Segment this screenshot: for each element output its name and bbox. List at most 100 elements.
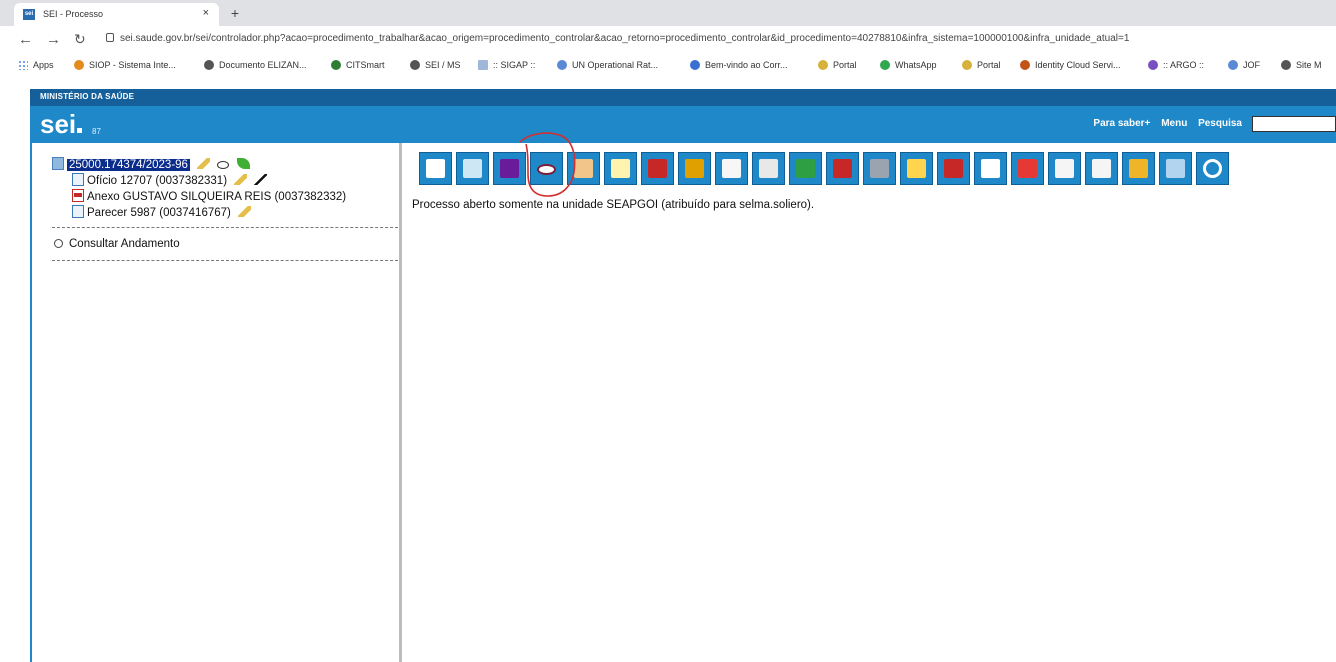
bookmark-bem-vindo[interactable]: Bem-vindo ao Corr... xyxy=(690,60,788,70)
bookmark-citsmart[interactable]: CITSmart xyxy=(331,60,385,70)
bookmark-jof[interactable]: JOF xyxy=(1228,60,1260,70)
tree-divider xyxy=(52,260,398,261)
pencil-icon[interactable] xyxy=(234,174,248,185)
consultar-andamento-link[interactable]: Consultar Andamento xyxy=(54,238,180,250)
generate-pdf-button[interactable] xyxy=(1048,152,1081,185)
citsmart-icon xyxy=(331,60,341,70)
remove-button[interactable] xyxy=(937,152,970,185)
duplicate-button[interactable] xyxy=(826,152,859,185)
back-arrow-icon[interactable]: ← xyxy=(18,31,33,48)
bookmark-portal-2[interactable]: Portal xyxy=(962,60,1001,70)
view-button[interactable] xyxy=(530,152,563,185)
search-input[interactable] xyxy=(1252,116,1336,132)
pen-icon[interactable] xyxy=(254,174,268,185)
close-unit-icon xyxy=(648,159,667,178)
leaf-icon[interactable] xyxy=(236,158,250,169)
siop-icon xyxy=(74,60,84,70)
folder-icon xyxy=(52,157,64,170)
pdf-icon xyxy=(72,189,84,202)
bookmark-documento[interactable]: Documento ELIZAN... xyxy=(204,60,307,70)
document-label[interactable]: Ofício 12707 (0037382331) xyxy=(87,175,227,187)
document-label[interactable]: Anexo GUSTAVO SILQUEIRA REIS (0037382332… xyxy=(87,191,346,203)
close-unit-button[interactable] xyxy=(641,152,674,185)
remove-icon xyxy=(944,159,963,178)
bookmark-identity-cloud[interactable]: Identity Cloud Servi... xyxy=(1020,60,1121,70)
relate-button[interactable] xyxy=(863,152,896,185)
bookmark-argo[interactable]: :: ARGO :: xyxy=(1148,60,1204,70)
move-button[interactable] xyxy=(715,152,748,185)
url-text: sei.saude.gov.br/sei/controlador.php?aca… xyxy=(120,33,1130,44)
process-tree-panel: 25000.174374/2023-96 Ofício 12707 (00373… xyxy=(30,143,402,662)
block-icon xyxy=(685,159,704,178)
mail-icon xyxy=(611,159,630,178)
document-label[interactable]: Parecer 5987 (0037416767) xyxy=(87,207,231,219)
new-document-button[interactable] xyxy=(419,152,452,185)
header-links: Para saber+ Menu Pesquisa xyxy=(1085,118,1242,129)
identity-icon xyxy=(1020,60,1030,70)
logo-dot-icon xyxy=(77,128,83,133)
document-node[interactable]: Ofício 12707 (0037382331) xyxy=(72,173,346,189)
bookmark-siop[interactable]: SIOP - Sistema Inte... xyxy=(74,60,176,70)
assign-button[interactable] xyxy=(567,152,600,185)
block-button[interactable] xyxy=(678,152,711,185)
new-document-icon xyxy=(426,159,445,178)
bookmark-whatsapp[interactable]: WhatsApp xyxy=(880,60,937,70)
process-number[interactable]: 25000.174374/2023-96 xyxy=(67,159,190,171)
globe-icon xyxy=(1281,60,1291,70)
tag-button[interactable] xyxy=(1122,152,1155,185)
new-tab-button[interactable]: + xyxy=(226,5,244,21)
bookmark-un-operational[interactable]: UN Operational Rat... xyxy=(557,60,658,70)
reopen-button[interactable] xyxy=(789,152,822,185)
browser-tab[interactable]: sei SEI - Processo × xyxy=(14,3,219,26)
email-button[interactable] xyxy=(752,152,785,185)
sei-logo[interactable]: sei xyxy=(40,109,83,140)
globe-icon xyxy=(204,60,214,70)
pesquisa-link[interactable]: Pesquisa xyxy=(1198,118,1242,129)
para-saber-link[interactable]: Para saber+ xyxy=(1093,118,1150,129)
process-node[interactable]: 25000.174374/2023-96 xyxy=(52,157,346,173)
tab-close-icon[interactable]: × xyxy=(203,7,209,19)
annotation-button[interactable] xyxy=(900,152,933,185)
menu-link[interactable]: Menu xyxy=(1161,118,1187,129)
search-icon xyxy=(1203,159,1222,178)
pencil-icon[interactable] xyxy=(197,158,211,169)
reload-icon[interactable]: ↻ xyxy=(74,31,86,48)
pencil-icon[interactable] xyxy=(238,206,252,217)
document-node[interactable]: Anexo GUSTAVO SILQUEIRA REIS (0037382332… xyxy=(72,189,346,205)
list-icon xyxy=(1166,159,1185,178)
eye-icon[interactable] xyxy=(217,161,230,169)
document-icon xyxy=(72,173,84,186)
reopen-icon xyxy=(796,159,815,178)
assign-icon xyxy=(574,159,593,178)
bookmark-portal[interactable]: Portal xyxy=(818,60,857,70)
edit-icon xyxy=(981,159,1000,178)
signature-panel-button[interactable] xyxy=(456,152,489,185)
list-button[interactable] xyxy=(1159,152,1192,185)
forward-arrow-icon[interactable]: → xyxy=(46,31,61,48)
whatsapp-icon xyxy=(880,60,890,70)
tree-divider xyxy=(52,227,398,228)
jof-icon xyxy=(1228,60,1238,70)
document-icon xyxy=(72,205,84,218)
un-icon xyxy=(557,60,567,70)
cancel-icon xyxy=(1018,159,1037,178)
url-field[interactable]: sei.saude.gov.br/sei/controlador.php?aca… xyxy=(106,33,1336,51)
generate-pdf-icon xyxy=(1055,159,1074,178)
cancel-button[interactable] xyxy=(1011,152,1044,185)
send-process-button[interactable] xyxy=(493,152,526,185)
apps-grid-icon xyxy=(18,60,28,70)
mail-button[interactable] xyxy=(604,152,637,185)
bookmark-site[interactable]: Site M xyxy=(1281,60,1322,70)
process-status-message: Processo aberto somente na unidade SEAPG… xyxy=(412,199,815,211)
bookmark-apps[interactable]: Apps xyxy=(18,60,54,70)
document-node[interactable]: Parecer 5987 (0037416767) xyxy=(72,205,346,221)
generate-zip-button[interactable] xyxy=(1085,152,1118,185)
generate-zip-icon xyxy=(1092,159,1111,178)
portal-icon xyxy=(818,60,828,70)
bookmark-sigap[interactable]: :: SIGAP :: xyxy=(478,60,535,70)
edit-button[interactable] xyxy=(974,152,1007,185)
search-button[interactable] xyxy=(1196,152,1229,185)
sei-header: MINISTÉRIO DA SAÚDE sei 87 Para saber+ M… xyxy=(30,89,1336,143)
globe-icon xyxy=(690,60,700,70)
bookmark-sei-ms[interactable]: SEI / MS xyxy=(410,60,461,70)
